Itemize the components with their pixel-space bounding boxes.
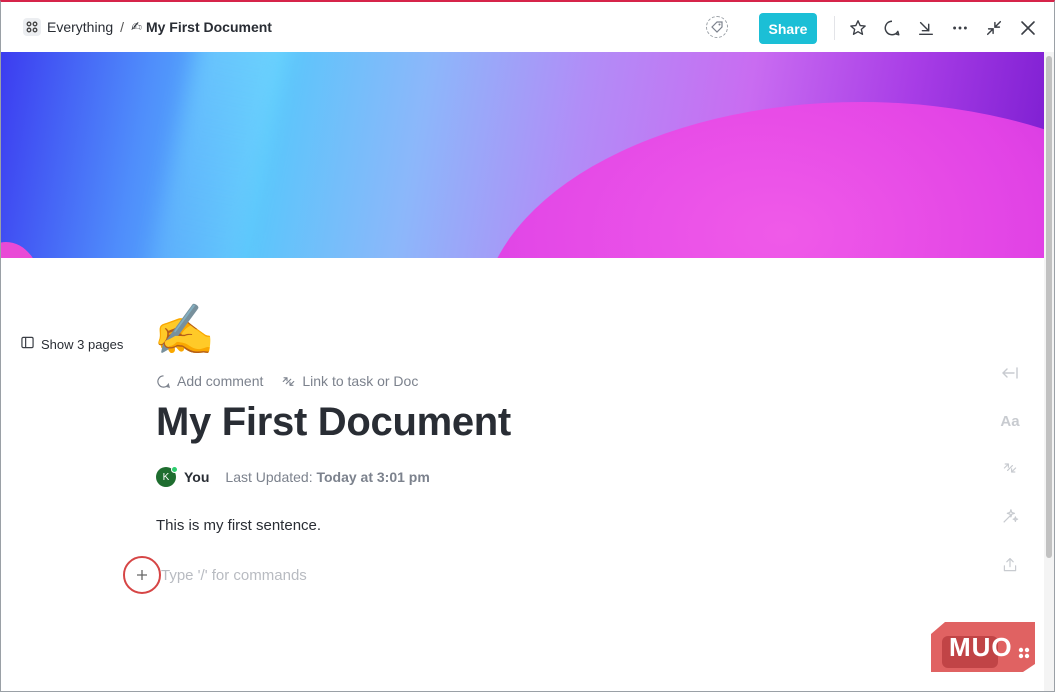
add-comment-button[interactable]: Add comment	[156, 373, 263, 389]
comment-icon	[157, 374, 170, 388]
show-pages-toggle[interactable]: Show 3 pages	[21, 336, 123, 352]
link-task-button[interactable]: Link to task or Doc	[281, 373, 418, 389]
breadcrumb-doc-emoji: ✍	[131, 19, 142, 34]
toolbar-divider	[834, 16, 835, 40]
doc-title[interactable]: My First Document	[156, 400, 511, 445]
export-icon[interactable]	[999, 554, 1021, 576]
doc-emoji[interactable]: ✍️	[153, 300, 215, 360]
close-icon[interactable]	[1017, 17, 1039, 39]
space-grid-icon[interactable]	[23, 18, 41, 36]
more-options-icon[interactable]	[949, 17, 971, 39]
breadcrumb-doc-title[interactable]: My First Document	[146, 19, 272, 35]
link-icon	[283, 376, 295, 386]
author-name: You	[184, 469, 210, 485]
ai-magic-icon[interactable]	[999, 505, 1021, 527]
breadcrumb-separator: /	[120, 19, 125, 35]
command-row	[123, 556, 421, 594]
document-window: Everything / ✍ My First Document Share S…	[0, 0, 1055, 692]
last-updated: Last Updated: Today at 3:01 pm	[225, 469, 429, 485]
svg-text:MUO: MUO	[949, 632, 1013, 662]
collapse-icon[interactable]	[983, 17, 1005, 39]
avatar[interactable]: K	[156, 466, 178, 487]
tag-icon[interactable]	[706, 16, 728, 38]
author-row: K You Last Updated: Today at 3:01 pm	[156, 466, 430, 487]
text-style-icon[interactable]: Aa	[999, 410, 1021, 432]
muo-watermark-logo: MUO	[931, 622, 1035, 672]
relationships-icon[interactable]	[999, 457, 1021, 479]
share-button[interactable]: Share	[759, 13, 817, 44]
collapse-rail-icon[interactable]	[999, 362, 1021, 384]
link-task-label: Link to task or Doc	[302, 373, 419, 389]
avatar-initial: K	[162, 471, 170, 483]
sidebar-panel-icon	[21, 336, 34, 352]
command-input[interactable]	[161, 566, 421, 584]
add-block-plus-icon[interactable]	[123, 556, 161, 594]
last-updated-label: Last Updated:	[225, 469, 313, 485]
cover-blob	[481, 102, 1044, 258]
star-icon[interactable]	[847, 17, 869, 39]
breadcrumb: Everything / ✍ My First Document	[23, 18, 272, 36]
top-bar: Everything / ✍ My First Document Share	[1, 2, 1054, 52]
doc-body-text[interactable]: This is my first sentence.	[156, 517, 321, 534]
scrollbar-thumb[interactable]	[1046, 56, 1052, 558]
comment-icon[interactable]	[881, 17, 903, 39]
cover-streak	[138, 52, 294, 258]
doc-meta-actions: Add comment Link to task or Doc	[156, 373, 436, 389]
add-comment-label: Add comment	[177, 373, 264, 389]
minimize-to-tray-icon[interactable]	[915, 17, 937, 39]
show-pages-label: Show 3 pages	[41, 336, 124, 352]
online-status-dot	[171, 466, 178, 473]
breadcrumb-space[interactable]: Everything	[47, 19, 113, 35]
cover-corner-shape	[1, 242, 41, 258]
cover-image[interactable]	[1, 52, 1044, 258]
last-updated-value: Today at 3:01 pm	[316, 469, 430, 485]
